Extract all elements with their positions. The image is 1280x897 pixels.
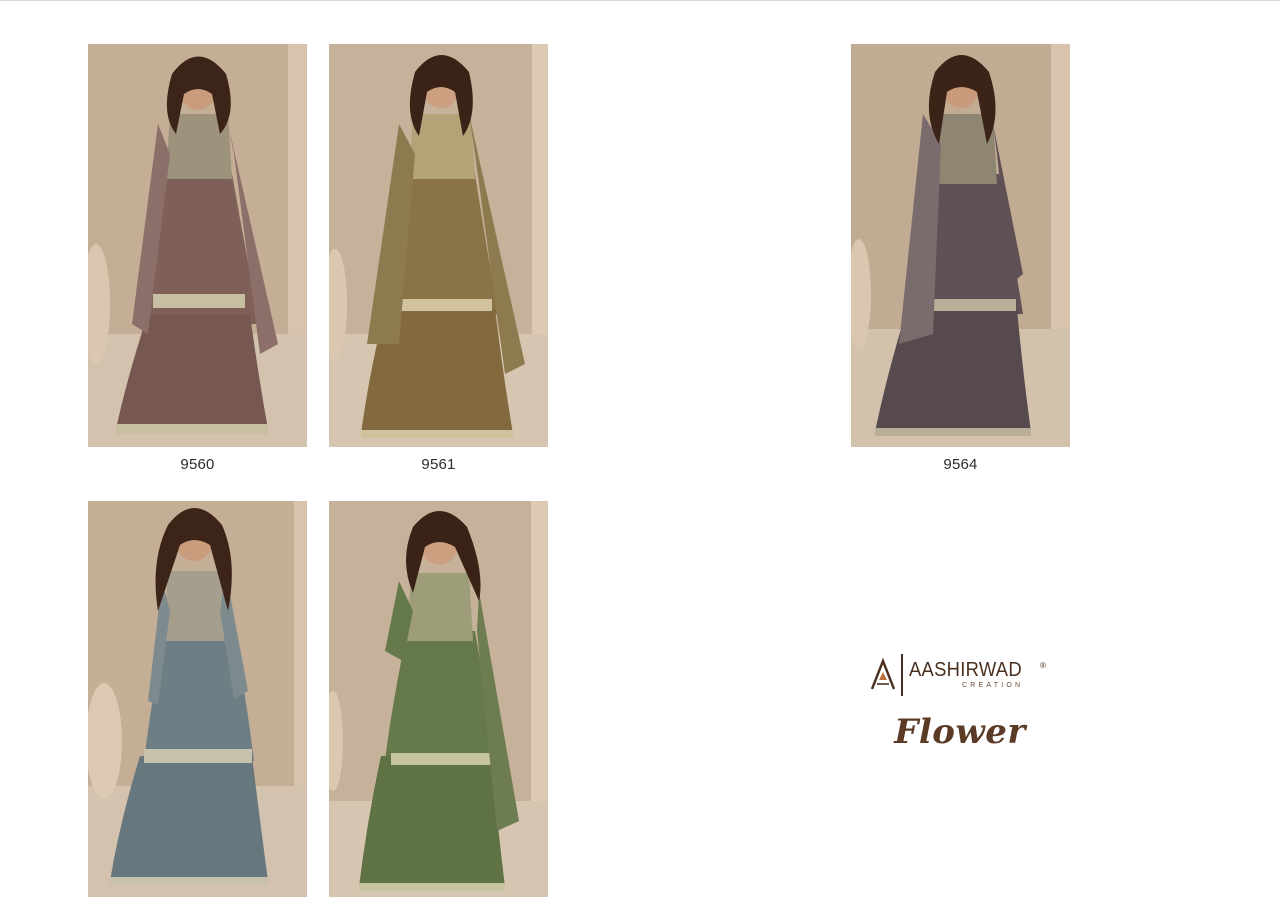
product-code: 9560 (180, 456, 215, 473)
product-image-9560[interactable] (88, 44, 307, 447)
product-image[interactable] (88, 501, 307, 897)
brand-subtitle: CREATION (962, 682, 1024, 689)
collection-title: Flower (894, 712, 1026, 752)
brand-a-logo-icon (870, 658, 896, 690)
product-image-9564[interactable] (851, 44, 1070, 447)
brand-registered-mark: ® (1040, 661, 1046, 670)
brand-divider (901, 654, 903, 696)
top-divider (0, 0, 1280, 1)
model-photo (329, 44, 548, 447)
model-photo (88, 501, 307, 897)
brand-name: AASHIRWAD (909, 659, 1022, 681)
product-code: 9564 (943, 456, 978, 473)
model-photo (851, 44, 1070, 447)
brand-logo: AASHIRWAD ® CREATION (870, 652, 1060, 700)
product-image-9561[interactable] (329, 44, 548, 447)
product-code: 9561 (421, 456, 456, 473)
product-image[interactable] (329, 501, 548, 897)
model-photo (329, 501, 548, 897)
model-photo (88, 44, 307, 447)
